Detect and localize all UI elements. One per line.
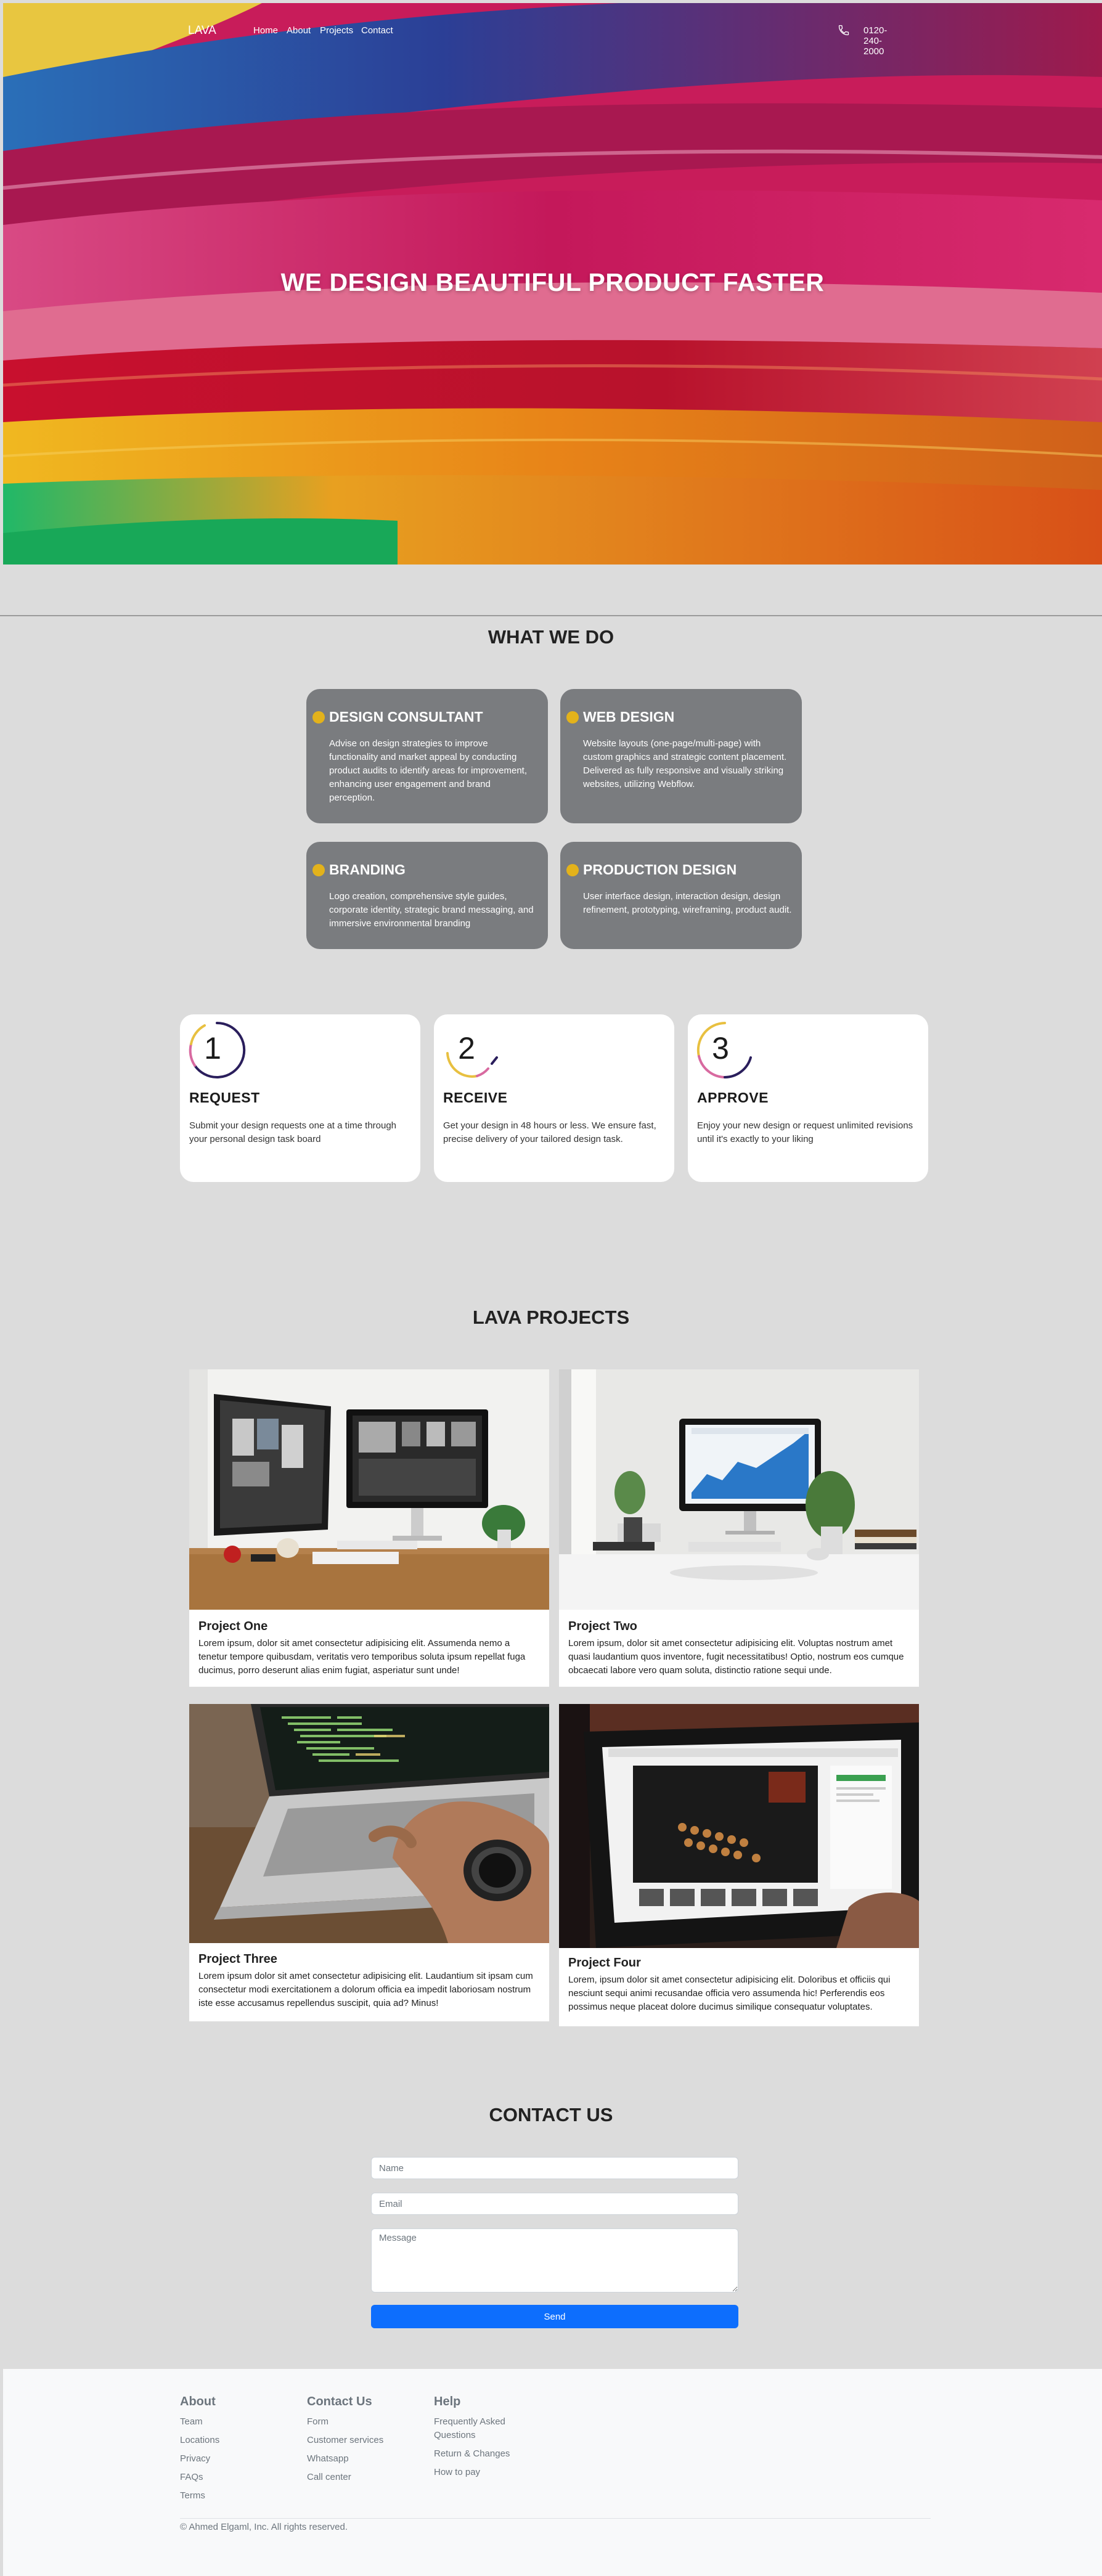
footer-heading: About	[180, 2395, 216, 2408]
step-number: 1	[204, 1031, 221, 1066]
bullet-icon	[566, 864, 579, 876]
step-title: REQUEST	[189, 1090, 260, 1106]
service-description: User interface design, interaction desig…	[583, 891, 792, 915]
what-we-do-title: WHAT WE DO	[488, 626, 614, 648]
step-description: Get your design in 48 hours or less. We …	[443, 1120, 656, 1144]
footer-link-terms[interactable]: Terms	[180, 2489, 219, 2503]
nav-link-home[interactable]: Home	[253, 25, 278, 36]
nav-link-contact[interactable]: Contact	[361, 25, 393, 36]
project-three-image	[189, 1704, 549, 1943]
footer-divider	[180, 2518, 931, 2519]
footer-link-return-changes[interactable]: Return & Changes	[434, 2447, 520, 2461]
project-four-image	[559, 1704, 919, 1948]
send-button[interactable]: Send	[371, 2305, 738, 2328]
footer-link-faq[interactable]: Frequently Asked Questions	[434, 2415, 520, 2442]
footer-column-contact: Contact Us Form Customer services Whatsa…	[307, 2395, 383, 2489]
bullet-icon	[312, 711, 325, 723]
step-title: APPROVE	[697, 1090, 769, 1106]
footer-heading: Help	[434, 2395, 461, 2408]
step-description: Submit your design requests one at a tim…	[189, 1120, 397, 1144]
nav-link-projects[interactable]: Projects	[320, 25, 353, 36]
footer-column-help: Help Frequently Asked Questions Return &…	[434, 2395, 520, 2484]
message-field[interactable]	[371, 2228, 738, 2293]
service-title: PRODUCTION DESIGN	[583, 862, 737, 878]
footer-link-call-center[interactable]: Call center	[307, 2471, 383, 2484]
service-card-design-consultant: DESIGN CONSULTANT Advise on design strat…	[306, 689, 548, 823]
project-title[interactable]: Project Two	[568, 1620, 637, 1634]
nav-link-about[interactable]: About	[287, 25, 311, 36]
step-card-receive: 2 RECEIVE Get your design in 48 hours or…	[434, 1014, 674, 1182]
step-description: Enjoy your new design or request unlimit…	[697, 1120, 913, 1144]
name-field[interactable]	[371, 2157, 738, 2179]
footer-column-about: About Team Locations Privacy FAQs Terms	[180, 2395, 219, 2508]
project-description: Lorem ipsum, dolor sit amet consectetur …	[568, 1638, 904, 1676]
section-divider	[0, 615, 1102, 616]
footer-link-how-to-pay[interactable]: How to pay	[434, 2466, 520, 2479]
step-title: RECEIVE	[443, 1090, 508, 1106]
service-title: BRANDING	[329, 862, 406, 878]
email-field[interactable]	[371, 2193, 738, 2215]
project-card-four[interactable]: Project Four Lorem, ipsum dolor sit amet…	[559, 1704, 919, 2026]
footer-link-locations[interactable]: Locations	[180, 2434, 219, 2447]
navbar: LAVA Home About Projects Contact 0120-24…	[186, 22, 887, 57]
project-description: Lorem ipsum, dolor sit amet consectetur …	[198, 1638, 526, 1676]
project-card-three[interactable]: Project Three Lorem ipsum dolor sit amet…	[189, 1704, 549, 2021]
project-title[interactable]: Project Three	[198, 1952, 277, 1967]
brand-logo[interactable]: LAVA	[188, 24, 216, 38]
service-title: DESIGN CONSULTANT	[329, 709, 483, 725]
hero-section: LAVA Home About Projects Contact 0120-24…	[3, 3, 1102, 565]
project-description: Lorem ipsum dolor sit amet consectetur a…	[198, 1971, 533, 2008]
footer-link-team[interactable]: Team	[180, 2415, 219, 2429]
project-card-two[interactable]: Project Two Lorem ipsum, dolor sit amet …	[559, 1369, 919, 1687]
footer-link-privacy[interactable]: Privacy	[180, 2452, 219, 2466]
step-card-approve: 3 APPROVE Enjoy your new design or reque…	[688, 1014, 928, 1182]
bullet-icon	[566, 711, 579, 723]
step-number: 3	[712, 1031, 729, 1066]
step-number: 2	[458, 1031, 475, 1066]
copyright-text: © Ahmed Elgaml, Inc. All rights reserved…	[180, 2522, 348, 2532]
footer-link-whatsapp[interactable]: Whatsapp	[307, 2452, 383, 2466]
service-card-branding: BRANDING Logo creation, comprehensive st…	[306, 842, 548, 949]
service-description: Website layouts (one-page/multi-page) wi…	[583, 738, 787, 789]
project-two-image	[559, 1369, 919, 1610]
step-card-request: 1 REQUEST Submit your design requests on…	[180, 1014, 420, 1182]
hero-title: WE DESIGN BEAUTIFUL PRODUCT FASTER	[280, 268, 825, 296]
footer-link-form[interactable]: Form	[307, 2415, 383, 2429]
service-card-production-design: PRODUCTION DESIGN User interface design,…	[560, 842, 802, 949]
project-one-image	[189, 1369, 549, 1610]
footer-link-faqs[interactable]: FAQs	[180, 2471, 219, 2484]
project-title[interactable]: Project Four	[568, 1956, 641, 1970]
service-title: WEB DESIGN	[583, 709, 675, 725]
projects-title: LAVA PROJECTS	[472, 1306, 630, 1328]
service-description: Advise on design strategies to improve f…	[329, 738, 527, 803]
phone-icon	[838, 25, 849, 36]
project-title[interactable]: Project One	[198, 1620, 267, 1634]
footer-link-customer-services[interactable]: Customer services	[307, 2434, 383, 2447]
project-description: Lorem, ipsum dolor sit amet consectetur …	[568, 1975, 891, 2012]
contact-title: CONTACT US	[489, 2104, 613, 2126]
phone-number[interactable]: 0120-240-2000	[863, 25, 887, 57]
project-card-one[interactable]: Project One Lorem ipsum, dolor sit amet …	[189, 1369, 549, 1687]
footer	[3, 2369, 1102, 2576]
bullet-icon	[312, 864, 325, 876]
footer-heading: Contact Us	[307, 2395, 372, 2408]
service-description: Logo creation, comprehensive style guide…	[329, 891, 534, 929]
service-card-web-design: WEB DESIGN Website layouts (one-page/mul…	[560, 689, 802, 823]
